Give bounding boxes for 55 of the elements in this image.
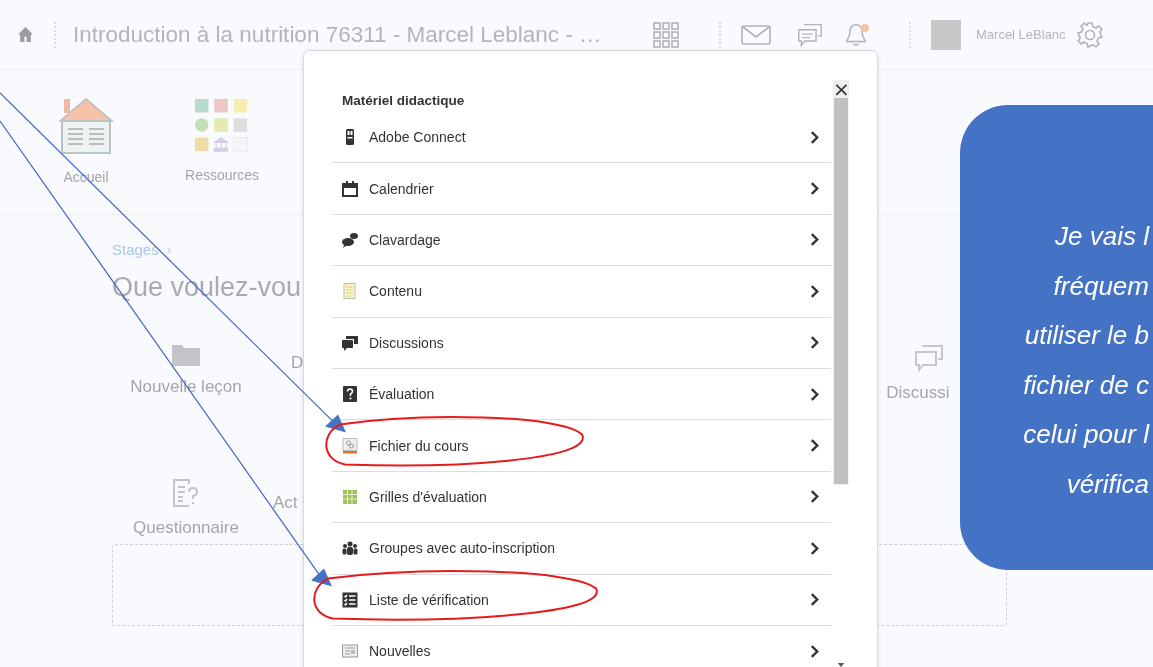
menu-item[interactable]: Nouvelles xyxy=(332,625,831,667)
scroll-down-icon[interactable] xyxy=(837,663,845,667)
chat-icon[interactable] xyxy=(797,21,823,48)
breadcrumb-separator: › xyxy=(166,242,172,257)
chevron-icon xyxy=(810,233,819,247)
chevron-icon xyxy=(810,541,819,555)
chevron-icon xyxy=(810,336,819,350)
newspaper-icon xyxy=(342,643,358,660)
section-title: Matériel didactique xyxy=(341,92,466,110)
callout-text: fréquem xyxy=(1053,269,1149,303)
menu-item[interactable]: Liste de vérification xyxy=(332,574,831,626)
folder-icon[interactable] xyxy=(171,343,201,367)
chevron-icon xyxy=(810,490,819,504)
house-icon[interactable] xyxy=(56,97,116,157)
avatar-photo-placeholder[interactable] xyxy=(931,19,961,50)
mail-icon[interactable] xyxy=(741,24,771,45)
chevron-icon xyxy=(810,284,819,298)
checklist-icon xyxy=(342,591,358,608)
menu-item[interactable]: Adobe Connect xyxy=(332,112,831,164)
chevron-icon xyxy=(810,182,819,196)
people-icon xyxy=(342,540,358,557)
menu-item[interactable]: Groupes avec auto-inscription xyxy=(332,523,831,575)
settings-icon[interactable] xyxy=(1075,20,1104,49)
callout-text: celui pour l xyxy=(1023,418,1149,451)
callout-text: fichier de c xyxy=(1023,368,1149,402)
menu-item[interactable]: Discussions xyxy=(332,317,831,369)
chat-icon xyxy=(342,231,358,248)
chat-icon[interactable] xyxy=(914,343,945,373)
menu-item[interactable]: Clavardage xyxy=(332,214,831,267)
callout-text: utiliser le b xyxy=(1024,319,1149,352)
chevron-icon xyxy=(810,644,819,658)
chevron-icon xyxy=(810,439,819,453)
course-title: Introduction à la nutrition 76311 - Marcel Leblanc - … xyxy=(73,21,603,48)
menu-item[interactable]: Calendrier xyxy=(332,163,831,215)
resource-tiles-icon[interactable] xyxy=(193,97,251,155)
chevron-icon xyxy=(810,130,819,144)
grid-icon[interactable] xyxy=(653,21,679,48)
grid-icon xyxy=(342,488,358,505)
callout-text: Je vais l xyxy=(1055,220,1149,253)
menu-item[interactable]: Contenu xyxy=(332,266,831,318)
menu-item[interactable]: Grilles d'évaluation xyxy=(332,471,831,524)
file-link-icon xyxy=(342,437,358,454)
bell-icon[interactable] xyxy=(843,21,869,48)
calendar-icon xyxy=(342,180,358,197)
document-icon xyxy=(342,283,358,300)
menu-item[interactable]: Évaluation xyxy=(332,368,831,421)
callout-text: vérifica xyxy=(1066,467,1149,501)
home-icon[interactable] xyxy=(17,26,34,43)
question-icon xyxy=(342,386,358,403)
chat-icon xyxy=(342,334,358,351)
chevron-icon xyxy=(810,593,819,607)
scrollbar-thumb[interactable] xyxy=(834,98,848,484)
quiz-icon[interactable] xyxy=(171,478,201,508)
chevron-icon xyxy=(810,387,819,401)
close-button[interactable]: × xyxy=(833,80,849,98)
